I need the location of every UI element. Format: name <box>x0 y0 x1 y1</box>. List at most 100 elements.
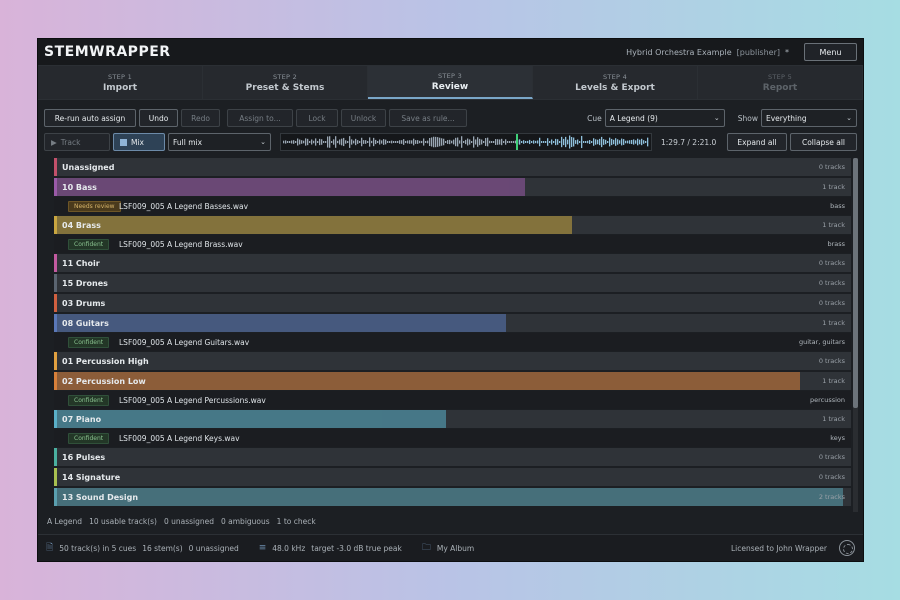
cue-label: Cue <box>587 113 602 123</box>
track-file-name: LSF009_005 A Legend Brass.wav <box>119 239 243 249</box>
group-color-swatch <box>54 352 57 370</box>
menu-button[interactable]: Menu <box>804 43 857 61</box>
summary-ambiguous: 0 ambiguous <box>221 517 270 526</box>
waveform-scrubber[interactable] <box>280 133 652 151</box>
status-tracks: 50 track(s) in 5 cues <box>59 543 137 553</box>
track-match-tags: bass <box>830 202 845 210</box>
collapse-all-button[interactable]: Collapse all <box>790 133 857 151</box>
tab-report[interactable]: STEP 5 Report <box>698 66 863 99</box>
step-name: Report <box>762 82 798 93</box>
stem-group-row[interactable]: 04 Brass 1 track <box>54 216 851 234</box>
track-file-row[interactable]: Confident LSF009_005 A Legend Guitars.wav… <box>54 333 851 351</box>
stem-group-row[interactable]: 11 Choir 0 tracks <box>54 254 851 272</box>
stem-group-row[interactable]: 14 Signature 0 tracks <box>54 468 851 486</box>
show-filter-select[interactable]: Everything ⌄ <box>761 109 857 127</box>
track-play-button[interactable]: ▶ Track <box>44 133 110 151</box>
rerun-auto-assign-button[interactable]: Re-run auto assign <box>44 109 136 127</box>
cue-select[interactable]: A Legend (9) ⌄ <box>604 109 725 127</box>
mix-source-select[interactable]: Full mix ⌄ <box>168 133 271 151</box>
document-icon: 🗎 <box>46 543 54 553</box>
summary-usable: 10 usable track(s) <box>89 517 157 526</box>
group-track-count: 0 tracks <box>818 279 845 287</box>
step-tabs: STEP 1 Import STEP 2 Preset & Stems STEP… <box>38 65 863 100</box>
group-name: 11 Choir <box>62 258 100 268</box>
stem-group-row[interactable]: 16 Pulses 0 tracks <box>54 448 851 466</box>
lock-button[interactable]: Lock <box>296 109 338 127</box>
app-window: STEMWRAPPER Hybrid Orchestra Example [pu… <box>37 38 864 562</box>
playback-toolbar: ▶ Track Mix Full mix ⌄ 1:29.7 / 2:21.0 E… <box>44 133 857 151</box>
seal-icon <box>839 540 855 556</box>
list-scrollbar[interactable] <box>853 158 858 512</box>
status-bar: 🗎 50 track(s) in 5 cues 16 stem(s) 0 una… <box>38 534 863 561</box>
save-as-rule-button[interactable]: Save as rule... <box>389 109 467 127</box>
track-file-row[interactable]: Confident LSF009_005 A Legend Percussions… <box>54 391 851 409</box>
project-role: [publisher] <box>736 47 780 57</box>
track-file-name: LSF009_005 A Legend Percussions.wav <box>119 395 266 405</box>
expand-all-button[interactable]: Expand all <box>727 133 787 151</box>
cue-select-value: A Legend (9) <box>609 113 658 123</box>
license-text: Licensed to John Wrapper <box>730 543 827 553</box>
tab-preset-stems[interactable]: STEP 2 Preset & Stems <box>203 66 368 99</box>
stem-group-row[interactable]: 13 Sound Design 2 tracks <box>54 488 851 506</box>
status-unassigned: 0 unassigned <box>188 543 239 553</box>
group-color-swatch <box>54 448 57 466</box>
stem-group-list: Unassigned 0 tracks 10 Bass 1 track Needs re… <box>54 158 851 512</box>
level-fill-bar <box>57 410 446 428</box>
stem-group-row[interactable]: Unassigned 0 tracks <box>54 158 851 176</box>
show-label: Show <box>737 113 758 123</box>
status-album[interactable]: My Album <box>437 544 474 553</box>
step-name: Levels & Export <box>575 82 655 93</box>
stem-group-row[interactable]: 02 Percussion Low 1 track <box>54 372 851 390</box>
level-fill-edge <box>571 216 572 234</box>
group-track-count: 0 tracks <box>818 473 845 481</box>
group-name: 16 Pulses <box>62 452 106 462</box>
status-stems: 16 stem(s) <box>142 543 183 553</box>
level-fill-edge <box>799 372 800 390</box>
tab-review[interactable]: STEP 3 Review <box>368 66 533 99</box>
mix-play-label: Mix <box>131 137 144 147</box>
stem-group-row[interactable]: 03 Drums 0 tracks <box>54 294 851 312</box>
track-file-name: LSF009_005 A Legend Keys.wav <box>119 433 240 443</box>
level-fill-bar <box>57 314 506 332</box>
app-logo: STEMWRAPPER <box>44 44 171 60</box>
step-number: STEP 3 <box>437 71 463 80</box>
mix-play-button[interactable]: Mix <box>113 133 165 151</box>
track-match-tags: guitar, guitars <box>798 338 845 346</box>
group-color-swatch <box>54 158 57 176</box>
group-name: 02 Percussion Low <box>62 376 146 386</box>
stem-group-row[interactable]: 01 Percussion High 0 tracks <box>54 352 851 370</box>
stem-group-row[interactable]: 10 Bass 1 track <box>54 178 851 196</box>
tab-import[interactable]: STEP 1 Import <box>38 66 203 99</box>
group-track-count: 0 tracks <box>818 299 845 307</box>
confidence-badge: Needs review <box>68 200 121 212</box>
tab-levels-export[interactable]: STEP 4 Levels & Export <box>533 66 698 99</box>
confidence-badge: Confident <box>68 432 110 444</box>
group-name: 04 Brass <box>62 220 101 230</box>
group-name: 10 Bass <box>62 182 97 192</box>
track-match-tags: percussion <box>809 396 845 404</box>
redo-button[interactable]: Redo <box>181 109 220 127</box>
stem-group-row[interactable]: 15 Drones 0 tracks <box>54 274 851 292</box>
assign-to-button[interactable]: Assign to... <box>227 109 293 127</box>
level-fill-edge <box>505 314 506 332</box>
group-track-count: 1 track <box>822 415 845 423</box>
stem-group-row[interactable]: 08 Guitars 1 track <box>54 314 851 332</box>
folder-icon: 🗀 <box>421 543 431 553</box>
unlock-button[interactable]: Unlock <box>341 109 386 127</box>
group-color-swatch <box>54 468 57 486</box>
playback-time: 1:29.7 / 2:21.0 <box>661 137 717 147</box>
waveform-graphic <box>283 134 649 150</box>
scrollbar-thumb[interactable] <box>853 158 858 408</box>
track-file-row[interactable]: Needs review LSF009_005 A Legend Basses.w… <box>54 197 851 215</box>
playhead[interactable] <box>516 134 518 150</box>
stop-icon <box>120 138 127 146</box>
track-file-row[interactable]: Confident LSF009_005 A Legend Keys.wav key… <box>54 429 851 447</box>
track-file-row[interactable]: Confident LSF009_005 A Legend Brass.wav br… <box>54 235 851 253</box>
stem-group-row[interactable]: 07 Piano 1 track <box>54 410 851 428</box>
level-fill-bar <box>57 372 800 390</box>
project-info: Hybrid Orchestra Example [publisher] * M… <box>626 43 857 61</box>
undo-button[interactable]: Undo <box>139 109 178 127</box>
group-color-swatch <box>54 274 57 292</box>
modified-indicator: * <box>785 47 789 57</box>
group-track-count: 1 track <box>822 183 845 191</box>
